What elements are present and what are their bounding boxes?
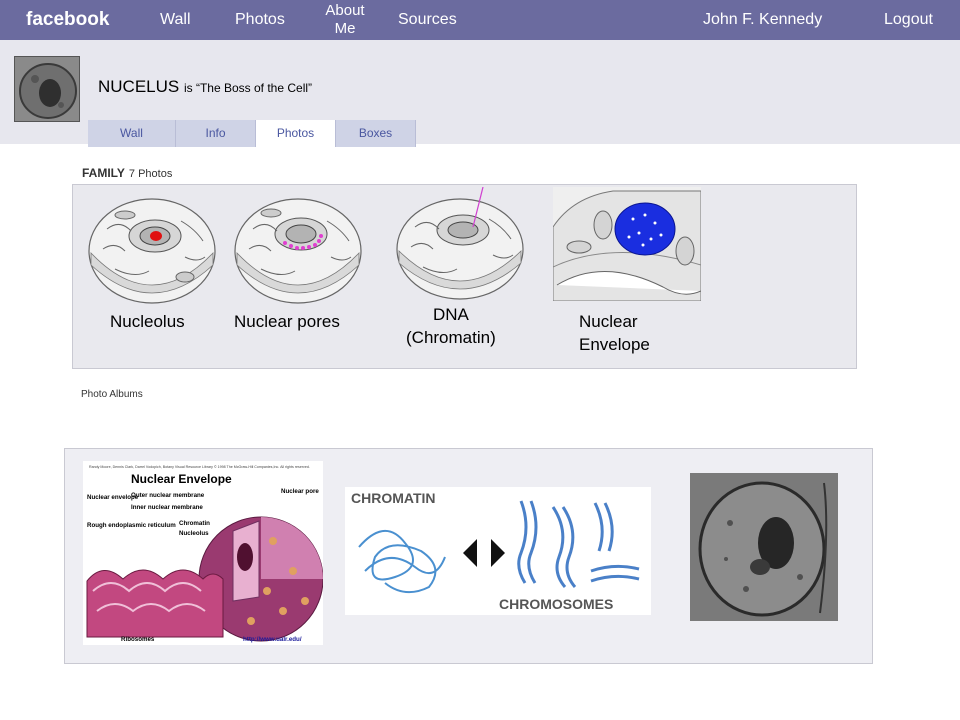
profile-tagline: is “The Boss of the Cell” [183, 81, 313, 95]
tab-photos[interactable]: Photos [256, 120, 336, 147]
label-inner-membrane: Inner nuclear membrane [131, 504, 203, 511]
caption-nuclear-pores: Nuclear pores [234, 312, 340, 331]
cell-diagram-nuclear-pores[interactable] [231, 189, 365, 307]
top-navigation-bar: facebook Wall Photos About Me Sources Jo… [0, 0, 960, 40]
chromatin-chromosomes-diagram[interactable]: CHROMATIN CHROMOSOMES [345, 487, 651, 615]
caption-envelope: Envelope [579, 335, 650, 354]
nucleus-micrograph[interactable] [690, 473, 838, 621]
profile-header: NUCELUS is “The Boss of the Cell” Wall I… [0, 40, 960, 147]
diagram-source-url: http://www.ualr.edu/ [243, 636, 302, 643]
nav-about-me-link[interactable]: About Me [322, 2, 368, 38]
label-outer-membrane: Outer nuclear membrane [131, 492, 205, 499]
family-section-label: FAMILY 7 Photos [82, 166, 172, 180]
label-nuclear-pore: Nuclear pore [281, 488, 319, 495]
profile-tabs: Wall Info Photos Boxes [88, 120, 416, 147]
cell-diagram-dna[interactable] [393, 187, 527, 303]
tab-wall[interactable]: Wall [88, 120, 176, 147]
facebook-logo-link[interactable]: facebook [26, 9, 109, 31]
diagram-title: Nuclear Envelope [131, 472, 232, 486]
tab-boxes[interactable]: Boxes [336, 120, 416, 147]
logout-link[interactable]: Logout [884, 11, 933, 29]
nav-sources-link[interactable]: Sources [398, 11, 457, 29]
profile-picture[interactable] [14, 56, 80, 122]
nucleus-envelope-marker [614, 202, 676, 256]
nav-wall-link[interactable]: Wall [160, 11, 191, 29]
label-nucleolus: Nucleolus [179, 530, 209, 537]
user-name-link[interactable]: John F. Kennedy [703, 11, 822, 29]
page: facebook Wall Photos About Me Sources Jo… [0, 0, 960, 720]
photo-albums-panel: Randy Moore, Dennis Clark, Darrel Vodopi… [64, 448, 873, 664]
family-title: FAMILY [82, 166, 125, 180]
profile-title: NUCELUS is “The Boss of the Cell” [98, 77, 312, 97]
diagram-credit: Randy Moore, Dennis Clark, Darrel Vodopi… [89, 465, 310, 469]
family-photo-count: 7 Photos [128, 168, 173, 180]
chromosomes-heading: CHROMOSOMES [499, 596, 613, 612]
label-rough-er: Rough endoplasmic reticulum [87, 522, 176, 529]
tab-info[interactable]: Info [176, 120, 256, 147]
caption-nuclear: Nuclear [579, 312, 638, 331]
nav-photos-link[interactable]: Photos [235, 11, 285, 29]
profile-name: NUCELUS [98, 77, 180, 96]
chromatin-heading: CHROMATIN [351, 490, 436, 506]
cell-diagram-nuclear-envelope[interactable] [553, 187, 701, 301]
photo-albums-label: Photo Albums [81, 389, 143, 400]
caption-dna: DNA [433, 305, 469, 324]
label-chromatin: Chromatin [179, 520, 210, 527]
label-ribosomes: Ribosomes [121, 636, 155, 643]
cell-diagram-nucleolus[interactable] [85, 189, 219, 307]
caption-chromatin: (Chromatin) [406, 328, 496, 347]
nucleolus-marker [150, 231, 162, 241]
caption-nucleolus: Nucleolus [110, 312, 185, 331]
nuclear-envelope-diagram[interactable]: Randy Moore, Dennis Clark, Darrel Vodopi… [83, 461, 323, 645]
nucleus-micrograph-thumbnail [15, 57, 79, 121]
family-photos-panel: Nucleolus Nuclear pores DNA (Chromatin) … [72, 184, 857, 369]
